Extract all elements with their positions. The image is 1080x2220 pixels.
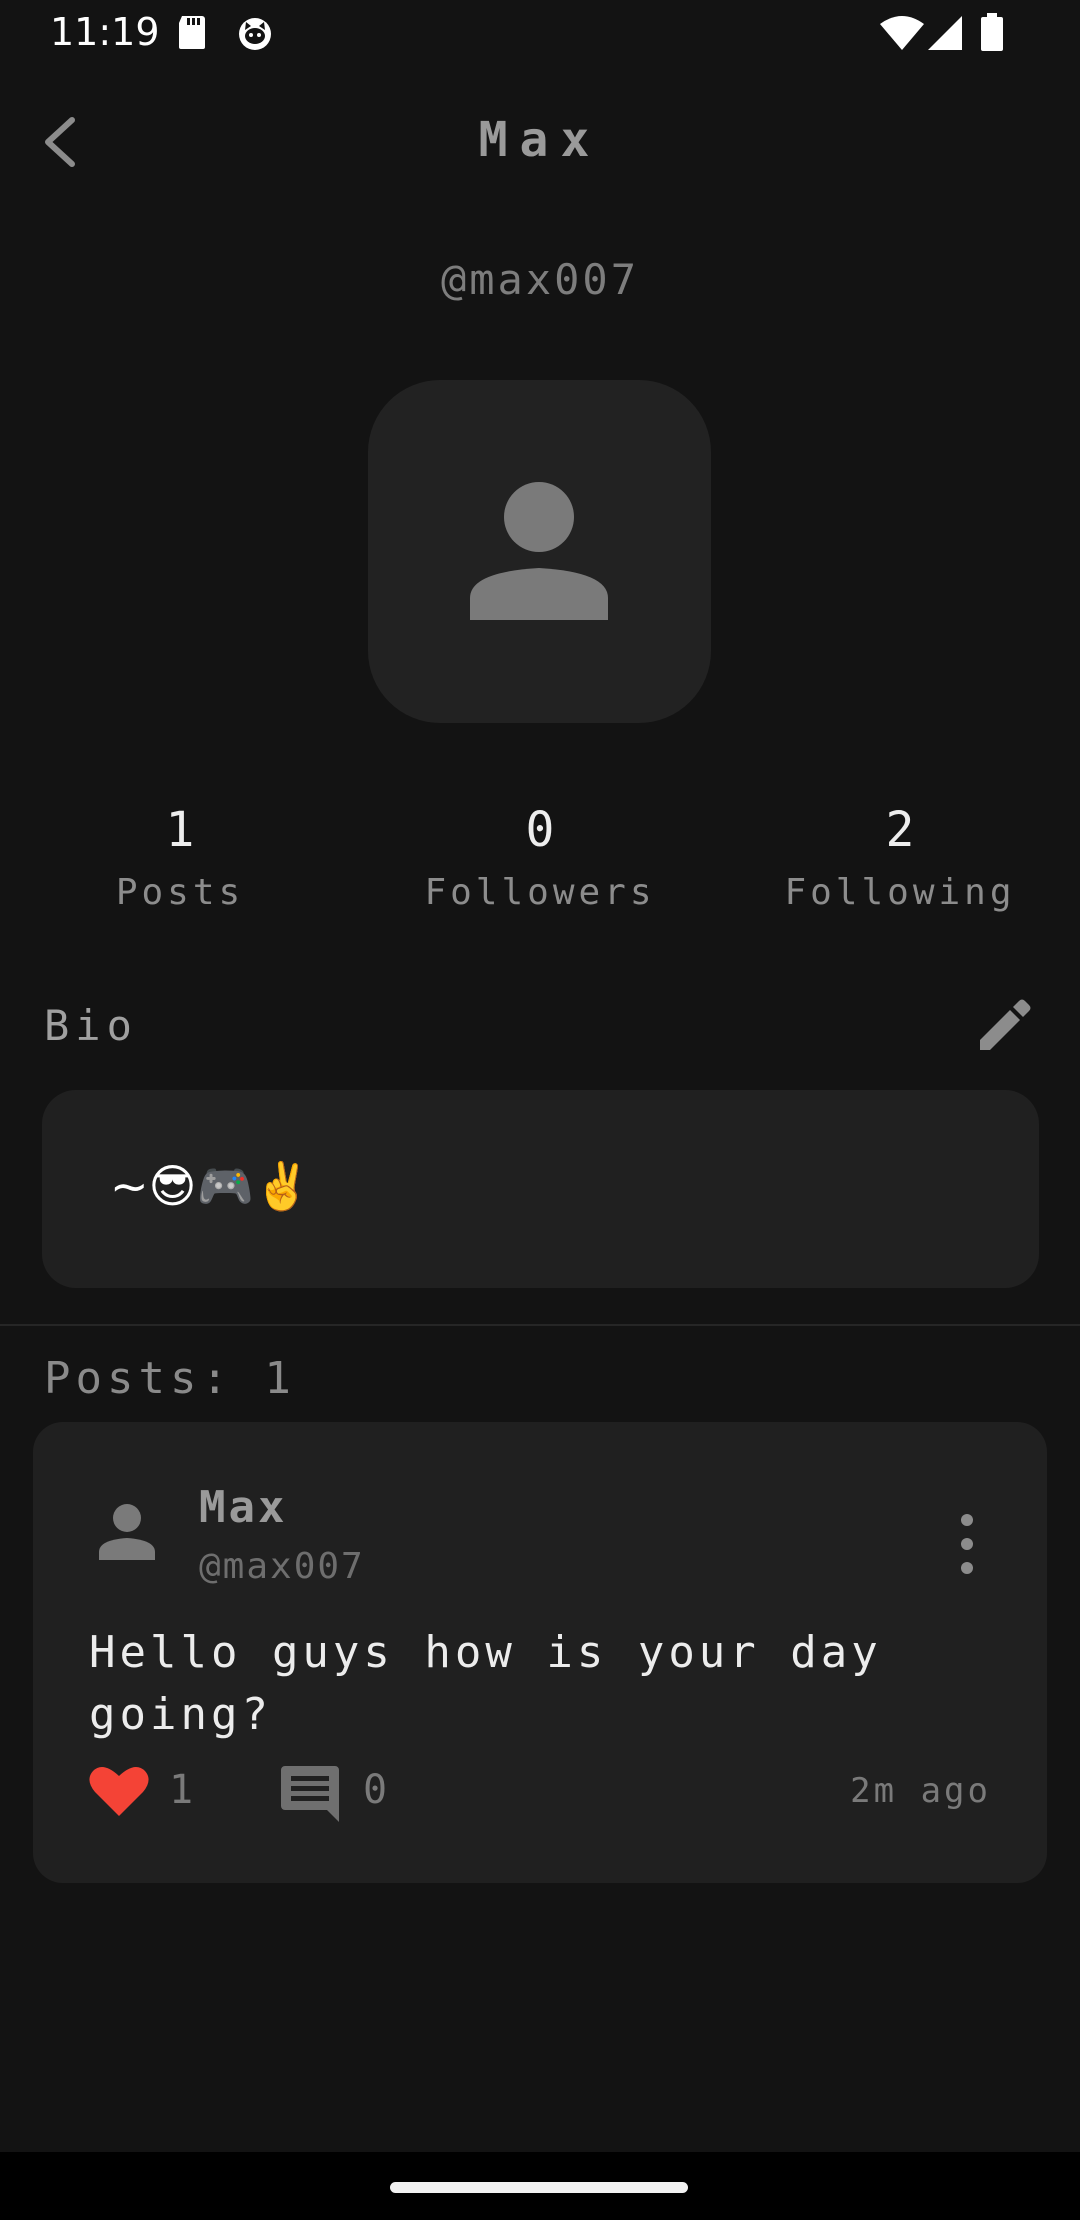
heart-icon — [89, 1767, 149, 1816]
post-author-handle: @max007 — [199, 1546, 365, 1587]
post-overflow-menu-button[interactable] — [937, 1502, 997, 1586]
post-author-name[interactable]: Max — [199, 1480, 287, 1536]
page-title: Max — [478, 112, 602, 168]
stat-following-value: 2 — [885, 802, 915, 858]
cat-app-icon — [236, 14, 274, 56]
post-text: Hello guys how is your day going? — [89, 1627, 882, 1740]
like-button[interactable] — [89, 1764, 149, 1822]
cellular-signal-icon — [928, 16, 962, 54]
bio-card: ~😎🎮✌️ — [42, 1090, 1039, 1288]
stat-posts-label: Posts — [115, 872, 245, 913]
comment-count: 0 — [363, 1767, 388, 1813]
stat-posts[interactable]: 1 Posts — [0, 800, 360, 918]
post-card[interactable]: Max @max007 Hello guys how is your day g… — [33, 1422, 1047, 1883]
comment-button[interactable] — [281, 1766, 339, 1826]
like-count: 1 — [169, 1767, 194, 1813]
stat-following[interactable]: 2 Following — [720, 800, 1080, 918]
profile-screen: 11:19 Max @max007 1 Posts 0 Followers 2 … — [0, 0, 1080, 2220]
post-timestamp: 2m ago — [850, 1771, 991, 1811]
battery-icon — [980, 13, 1004, 55]
post-author-avatar-icon[interactable] — [97, 1502, 157, 1566]
bio-label: Bio — [44, 1001, 138, 1050]
stat-followers-value: 0 — [525, 802, 555, 858]
stat-posts-value: 1 — [165, 802, 195, 858]
person-icon — [470, 482, 608, 620]
system-nav-bar — [0, 2152, 1080, 2220]
more-vertical-icon — [961, 1514, 973, 1574]
stat-followers-label: Followers — [424, 872, 656, 913]
bio-text: ~😎🎮✌️ — [110, 1159, 312, 1213]
edit-bio-button[interactable] — [974, 996, 1034, 1056]
home-gesture-handle[interactable] — [390, 2182, 688, 2193]
profile-avatar[interactable] — [368, 380, 711, 723]
stat-followers[interactable]: 0 Followers — [360, 800, 720, 918]
posts-heading: Posts: 1 — [44, 1353, 296, 1404]
sd-card-icon — [176, 14, 208, 54]
pencil-icon — [980, 999, 1031, 1050]
section-divider — [0, 1324, 1080, 1326]
profile-handle: @max007 — [440, 255, 639, 304]
stat-following-label: Following — [784, 872, 1016, 913]
wifi-icon — [880, 16, 924, 54]
status-bar: 11:19 — [0, 0, 1080, 66]
comment-icon — [281, 1766, 339, 1822]
status-time: 11:19 — [50, 10, 160, 54]
